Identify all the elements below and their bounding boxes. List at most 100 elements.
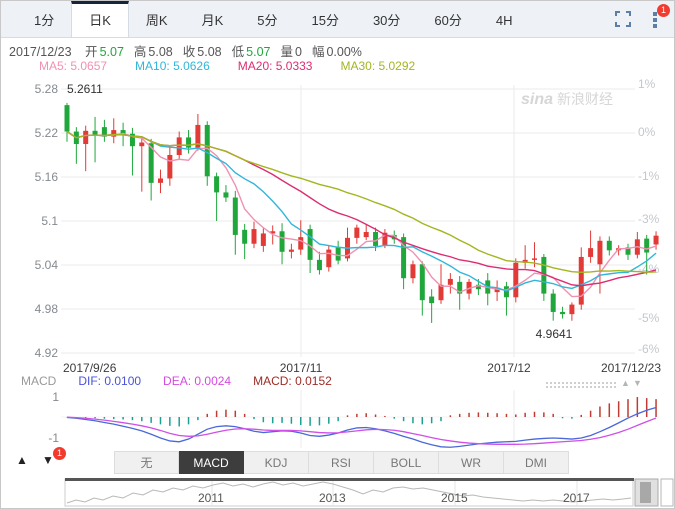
period-tab-2[interactable]: 周K xyxy=(129,1,185,37)
period-tab-4[interactable]: 5分 xyxy=(240,1,294,37)
price-axis-label: 5.1 xyxy=(41,214,58,228)
period-tab-1[interactable]: 日K xyxy=(71,1,129,37)
macd-axis-label: -1 xyxy=(48,431,59,445)
candle-body xyxy=(252,229,257,244)
indicator-tab-kdj[interactable]: KDJ xyxy=(244,451,309,474)
indicator-expand-button[interactable]: ▲ xyxy=(16,453,28,467)
indicator-tab-dmi[interactable]: DMI xyxy=(504,451,569,474)
period-tab-8[interactable]: 4H xyxy=(479,1,530,37)
candle-body xyxy=(233,198,238,235)
x-axis-label: 2017/11 xyxy=(280,361,323,375)
quote-field-label: 低 xyxy=(232,45,245,59)
navigator-year-label: 2013 xyxy=(319,491,346,505)
indicator-tabs: 无MACDKDJRSIBOLLWRDMI xyxy=(114,451,569,474)
macd-legend-item: DIF: 0.0100 xyxy=(78,374,141,388)
candle-body xyxy=(354,228,359,238)
candle-body xyxy=(214,176,219,192)
sina-logo: sina xyxy=(521,91,553,108)
indicator-tab-boll[interactable]: BOLL xyxy=(374,451,439,474)
candle-body xyxy=(569,305,574,315)
pane-up-arrow-icon[interactable]: ▲ xyxy=(621,378,630,388)
navigator-year-label: 2017 xyxy=(563,491,590,505)
period-tab-6[interactable]: 30分 xyxy=(356,1,417,37)
candle-body xyxy=(93,131,98,135)
quote-field-value: 5.07 xyxy=(100,45,124,59)
candle-body xyxy=(326,250,331,268)
quote-field-label: 高 xyxy=(134,45,147,59)
navigator-thumb-grip[interactable] xyxy=(640,482,651,503)
x-axis-label: 2017/9/26 xyxy=(63,361,117,375)
candle-body xyxy=(513,263,518,297)
candle-body xyxy=(298,237,303,249)
navigator-track xyxy=(65,479,633,506)
percent-axis-label: 1% xyxy=(638,77,656,91)
candle-body xyxy=(364,232,369,237)
quote-field-label: 收 xyxy=(183,45,196,59)
quote-date: 2017/12/23 xyxy=(9,45,72,59)
dea-line xyxy=(67,417,656,444)
indicator-tab-none[interactable]: 无 xyxy=(114,451,179,474)
quote-field-value: 0.00% xyxy=(326,45,361,59)
x-axis-label: 2017/12/23 xyxy=(601,361,661,375)
indicator-tab-wr[interactable]: WR xyxy=(439,451,504,474)
navigator-year-label: 2011 xyxy=(198,491,224,505)
candle-body xyxy=(410,264,415,278)
period-tabs: 1分日K周K月K5分15分30分60分4H xyxy=(17,1,674,37)
period-tab-3[interactable]: 月K xyxy=(185,1,241,37)
quote-field-value: 5.08 xyxy=(197,45,221,59)
ma-legend: MA5: 5.0657MA10: 5.0626MA20: 5.0333MA30:… xyxy=(39,59,443,73)
fullscreen-icon[interactable] xyxy=(614,10,632,28)
candle-body xyxy=(280,231,285,252)
quote-field-label: 幅 xyxy=(312,45,325,59)
macd-legend-item: MACD: 0.0152 xyxy=(253,374,332,388)
percent-axis-label: -3% xyxy=(638,212,660,226)
price-axis-label: 5.04 xyxy=(35,258,59,272)
percent-axis-label: 0% xyxy=(638,125,656,139)
pane-resize-handle[interactable] xyxy=(546,382,616,388)
price-axis-label: 4.92 xyxy=(35,346,59,360)
period-tab-0[interactable]: 1分 xyxy=(17,1,71,37)
kline-chart-app: 5.285.225.165.15.044.984.921%0%-1%-3%-4%… xyxy=(0,0,675,509)
navigator-scroll-end[interactable] xyxy=(661,479,673,506)
candle-body xyxy=(83,131,88,144)
quote-field-value: 5.08 xyxy=(148,45,172,59)
toolbar-icons: 1 xyxy=(614,10,664,28)
candle-body xyxy=(551,294,556,312)
ma-legend-item: MA5: 5.0657 xyxy=(39,59,107,73)
period-tab-5[interactable]: 15分 xyxy=(294,1,355,37)
candle-body xyxy=(139,143,144,147)
period-toolbar: 1分日K周K月K5分15分30分60分4H xyxy=(1,1,674,38)
low-annotation: 4.9641 xyxy=(536,327,573,341)
price-axis-label: 4.98 xyxy=(35,302,59,316)
period-tab-7[interactable]: 60分 xyxy=(417,1,478,37)
candle-body xyxy=(588,248,593,257)
ma-legend-item: MA10: 5.0626 xyxy=(135,59,210,73)
quote-field-label: 开 xyxy=(85,45,98,59)
candle-body xyxy=(158,178,163,182)
candle-body xyxy=(560,312,565,314)
quote-field-value: 0 xyxy=(295,45,302,59)
candle-body xyxy=(607,241,612,251)
candle-body xyxy=(65,105,70,131)
navigator-year-label: 2015 xyxy=(441,491,468,505)
percent-axis-label: -6% xyxy=(638,342,660,356)
candle-body xyxy=(289,250,294,252)
ma20-line xyxy=(67,132,656,286)
indicator-collapse-button[interactable]: ▼ xyxy=(42,453,54,467)
more-menu-icon[interactable]: 1 xyxy=(646,10,664,28)
candle-body xyxy=(579,257,584,305)
macd-legend-item: DEA: 0.0024 xyxy=(163,374,231,388)
candle-body xyxy=(167,155,172,178)
candle-body xyxy=(532,258,537,260)
candle-body xyxy=(420,264,425,300)
indicator-tab-macd[interactable]: MACD xyxy=(179,451,244,474)
candle-body xyxy=(177,137,182,155)
notification-badge: 1 xyxy=(657,4,670,17)
price-axis-label: 5.28 xyxy=(35,82,59,96)
candle-body xyxy=(261,233,266,245)
indicator-tab-rsi[interactable]: RSI xyxy=(309,451,374,474)
pane-down-arrow-icon[interactable]: ▼ xyxy=(633,378,642,388)
chart-canvas: 5.285.225.165.15.044.984.921%0%-1%-3%-4%… xyxy=(1,1,674,508)
quote-field-value: 5.07 xyxy=(246,45,270,59)
quote-summary: 2017/12/23 开5.07高5.08收5.08低5.07量0幅0.00% xyxy=(9,41,362,60)
